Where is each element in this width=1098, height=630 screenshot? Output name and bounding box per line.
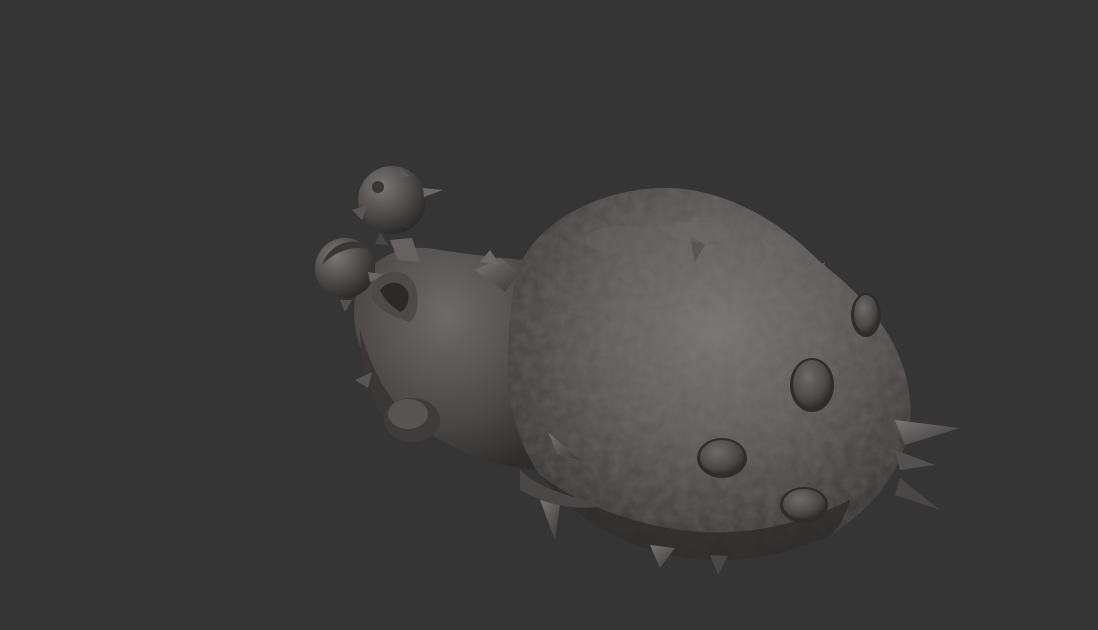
3d-viewport[interactable]: [0, 0, 1098, 630]
creature-head: [352, 166, 443, 245]
sculpt-render: [315, 166, 960, 575]
